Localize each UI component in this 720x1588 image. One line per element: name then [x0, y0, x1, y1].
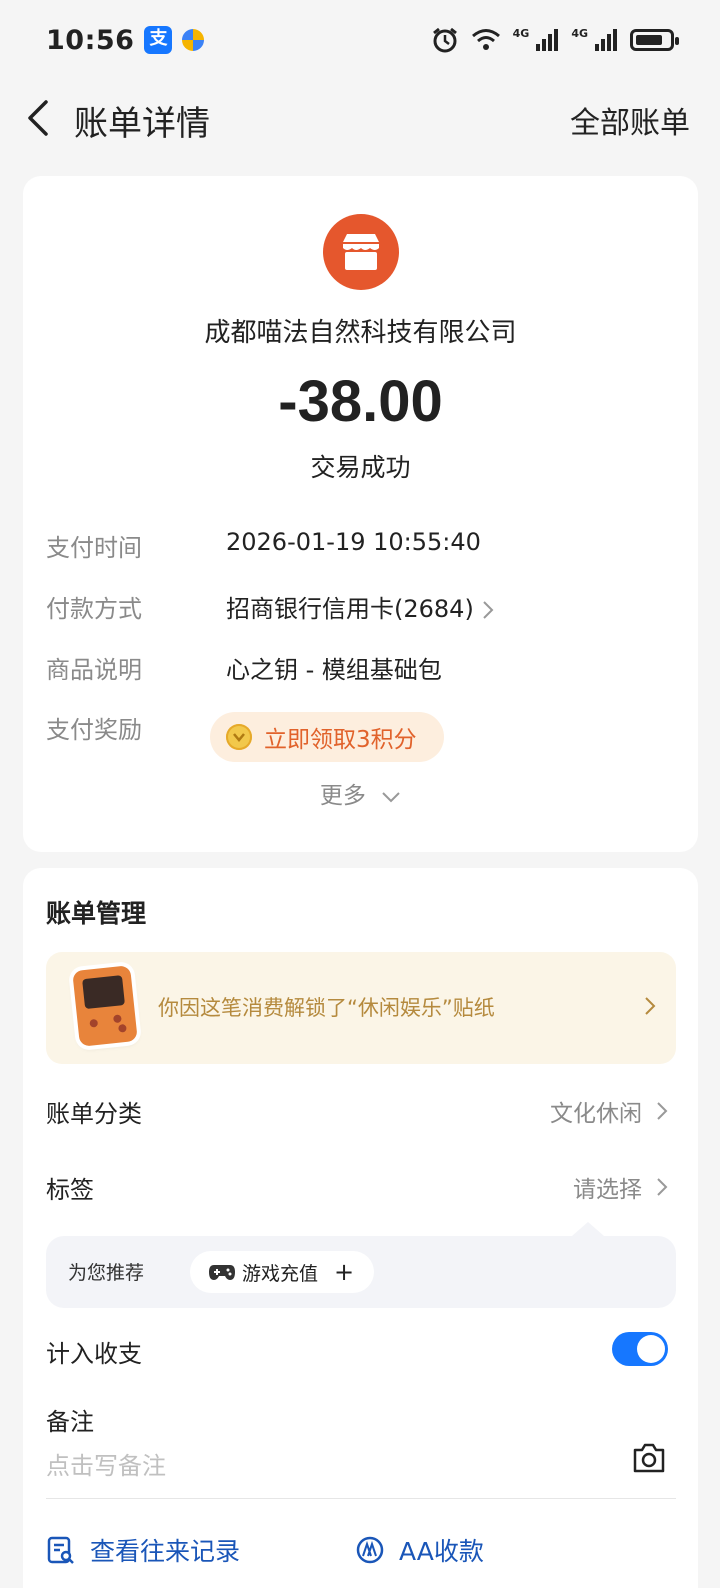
status-left: 10:56 支	[46, 24, 205, 56]
merchant-name: 成都喵法自然科技有限公司	[204, 318, 517, 348]
sticker-text: 你因这笔消费解锁了“休闲娱乐”贴纸	[158, 996, 495, 1020]
status-bar: 10:56 支 4G 4G	[0, 0, 720, 80]
category-selector[interactable]: 文化休闲	[550, 1094, 668, 1128]
recommend-label: 为您推荐	[68, 1262, 145, 1284]
more-toggle[interactable]: 更多	[23, 776, 698, 810]
view-history-button[interactable]: 查看往来记录	[46, 1532, 240, 1568]
gamepad-icon	[209, 1265, 235, 1280]
chevron-right-icon	[645, 997, 656, 1015]
transaction-card: 成都喵法自然科技有限公司 -38.00 交易成功 支付时间 2026-01-19…	[23, 176, 698, 852]
more-label: 更多	[319, 783, 366, 809]
all-bills-link[interactable]: 全部账单	[570, 98, 690, 142]
tag-recommend-box: 为您推荐 游戏充值 +	[46, 1222, 676, 1308]
nav-bar: 账单详情 全部账单	[0, 80, 720, 156]
product-desc-value: 心之钥 - 模组基础包	[226, 656, 442, 684]
pay-time-label: 支付时间	[46, 534, 142, 562]
alipay-badge-icon: 支	[144, 26, 173, 54]
alarm-icon	[432, 27, 457, 53]
pinwheel-icon	[182, 29, 205, 51]
include-income-toggle[interactable]	[612, 1332, 668, 1366]
chevron-down-icon	[382, 791, 400, 802]
record-search-icon	[47, 1536, 74, 1564]
signal-icon	[595, 29, 617, 51]
remark-label: 备注	[46, 1408, 94, 1436]
section-title: 账单管理	[46, 899, 147, 928]
view-history-label: 查看往来记录	[90, 1537, 241, 1566]
network-type-1: 4G	[512, 26, 530, 40]
store-icon	[323, 214, 399, 290]
battery-icon	[630, 29, 679, 51]
wifi-icon	[471, 29, 500, 50]
product-desc-label: 商品说明	[46, 656, 142, 684]
chevron-right-icon	[657, 1102, 668, 1120]
bill-management-card: 账单管理 你因这笔消费解锁了“休闲娱乐”贴纸 账单分类 文化休闲 标签 请选择 …	[23, 868, 698, 1588]
category-label: 账单分类	[46, 1100, 142, 1128]
pay-method-label: 付款方式	[46, 595, 142, 623]
divider	[46, 1498, 676, 1499]
transaction-status: 交易成功	[310, 453, 411, 482]
tag-selector[interactable]: 请选择	[573, 1170, 668, 1204]
chevron-right-icon	[657, 1178, 668, 1196]
back-arrow-icon[interactable]	[22, 98, 56, 138]
aa-collect-button[interactable]: AA收款	[355, 1532, 484, 1568]
remark-input[interactable]: 点击写备注	[46, 1446, 166, 1481]
pay-reward-label: 支付奖励	[46, 716, 142, 744]
aa-icon	[356, 1536, 384, 1564]
sticker-banner[interactable]: 你因这笔消费解锁了“休闲娱乐”贴纸	[46, 952, 676, 1064]
claim-reward-label: 立即领取3积分	[264, 727, 417, 753]
category-value: 文化休闲	[550, 1101, 642, 1127]
tag-value: 请选择	[573, 1177, 642, 1203]
add-tag-icon: +	[334, 1258, 355, 1286]
chevron-right-icon	[483, 601, 494, 619]
aa-collect-label: AA收款	[399, 1537, 484, 1566]
pay-method-link[interactable]: 招商银行信用卡(2684)	[226, 589, 494, 624]
coin-icon	[226, 724, 252, 750]
network-type-2: 4G	[571, 26, 588, 40]
pay-method-value: 招商银行信用卡(2684)	[226, 595, 474, 623]
recommend-tag-text: 游戏充值	[242, 1262, 319, 1285]
game-console-sticker-icon	[72, 965, 138, 1047]
signal-icon	[536, 29, 559, 51]
claim-reward-button[interactable]: 立即领取3积分	[210, 712, 444, 762]
page-title: 账单详情	[74, 104, 210, 144]
transaction-amount: -38.00	[278, 369, 443, 434]
status-time: 10:56	[46, 24, 135, 56]
status-right: 4G 4G	[431, 26, 679, 54]
recommend-tag-chip[interactable]: 游戏充值 +	[190, 1251, 374, 1293]
tag-label: 标签	[46, 1176, 94, 1204]
pay-time-value: 2026-01-19 10:55:40	[226, 528, 481, 556]
camera-icon[interactable]	[632, 1442, 666, 1474]
include-income-label: 计入收支	[46, 1340, 142, 1368]
